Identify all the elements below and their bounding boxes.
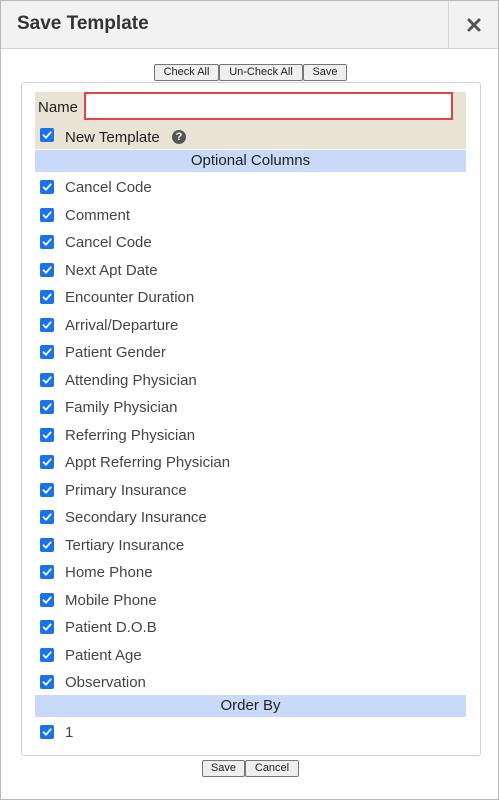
optional-column-checkbox[interactable] bbox=[40, 537, 54, 552]
checkmark-icon bbox=[42, 568, 52, 576]
optional-column-label: Referring Physician bbox=[65, 426, 196, 444]
checkmark-icon bbox=[42, 238, 52, 246]
optional-column-label: Primary Insurance bbox=[65, 481, 187, 499]
optional-column-label: Next Apt Date bbox=[65, 261, 158, 279]
checkmark-icon bbox=[42, 540, 52, 549]
optional-columns-header: Optional Columns bbox=[35, 150, 466, 172]
order-by-checkbox[interactable] bbox=[40, 725, 54, 739]
optional-column-checkbox[interactable] bbox=[40, 372, 54, 387]
optional-column-checkbox[interactable] bbox=[40, 180, 54, 194]
checkmark-icon bbox=[42, 293, 52, 301]
optional-column-checkbox[interactable] bbox=[40, 675, 54, 689]
checkmark-icon bbox=[42, 210, 52, 219]
optional-column-checkbox[interactable] bbox=[40, 565, 54, 579]
cancel-button[interactable]: Cancel bbox=[245, 760, 299, 777]
question-circle-icon[interactable]: ? bbox=[172, 130, 186, 144]
optional-column-checkbox[interactable] bbox=[40, 262, 54, 277]
optional-column-checkbox[interactable] bbox=[40, 400, 54, 414]
optional-column-label: Appt Referring Physician bbox=[65, 454, 231, 471]
new-template-label: New Template bbox=[65, 129, 160, 146]
checkmark-icon bbox=[42, 265, 52, 274]
save-template-dialog: Save Template Check All Un-Check All Sav… bbox=[0, 0, 499, 800]
dialog-titlebar: Save Template bbox=[1, 1, 498, 49]
optional-column-checkbox[interactable] bbox=[40, 317, 54, 332]
checkmark-icon bbox=[42, 375, 52, 384]
optional-column-checkbox[interactable] bbox=[40, 345, 54, 359]
optional-column-label: Arrival/Departure bbox=[65, 316, 179, 334]
optional-column-label: Home Phone bbox=[65, 564, 153, 581]
optional-column-label: Secondary Insurance bbox=[65, 509, 207, 526]
checkmark-icon bbox=[42, 485, 52, 494]
optional-column-checkbox[interactable] bbox=[40, 207, 54, 222]
optional-column-checkbox[interactable] bbox=[40, 455, 54, 469]
checkmark-icon bbox=[42, 458, 52, 466]
checkmark-icon bbox=[42, 623, 52, 631]
checkmark-icon bbox=[42, 183, 52, 191]
checkmark-icon bbox=[42, 403, 52, 411]
optional-column-checkbox[interactable] bbox=[40, 510, 54, 524]
checkmark-icon bbox=[42, 513, 52, 521]
checkmark-icon bbox=[42, 320, 52, 329]
checkmark-icon bbox=[42, 430, 52, 439]
optional-column-label: Attending Physician bbox=[65, 371, 197, 389]
checkmark-icon bbox=[42, 348, 52, 356]
new-template-checkbox[interactable] bbox=[40, 128, 54, 142]
optional-column-label: Family Physician bbox=[65, 399, 178, 416]
optional-column-label: Patient D.O.B bbox=[65, 619, 157, 636]
optional-column-label: Patient Age bbox=[65, 646, 142, 664]
optional-column-label: Mobile Phone bbox=[65, 591, 157, 609]
optional-column-checkbox[interactable] bbox=[40, 647, 54, 662]
name-input[interactable] bbox=[84, 92, 453, 120]
check-all-button[interactable]: Check All bbox=[154, 64, 219, 81]
order-by-label: 1 bbox=[65, 724, 74, 741]
close-button[interactable] bbox=[448, 1, 498, 48]
checkmark-icon bbox=[42, 650, 52, 659]
optional-column-label: Cancel Code bbox=[65, 234, 152, 251]
checkmark-icon bbox=[42, 595, 52, 604]
uncheck-all-button[interactable]: Un-Check All bbox=[219, 64, 303, 81]
name-label: Name bbox=[38, 99, 79, 116]
order-by-header: Order By bbox=[35, 695, 466, 717]
optional-column-label: Cancel Code bbox=[65, 179, 152, 196]
optional-column-checkbox[interactable] bbox=[40, 620, 54, 634]
optional-column-label: Tertiary Insurance bbox=[65, 536, 185, 554]
close-icon bbox=[467, 18, 480, 31]
optional-column-label: Comment bbox=[65, 206, 131, 224]
optional-column-checkbox[interactable] bbox=[40, 592, 54, 607]
optional-column-label: Encounter Duration bbox=[65, 289, 195, 306]
optional-column-label: Observation bbox=[65, 674, 146, 691]
optional-column-checkbox[interactable] bbox=[40, 482, 54, 497]
dialog-title: Save Template bbox=[17, 13, 149, 34]
checkmark-icon bbox=[42, 678, 52, 686]
checkmark-icon bbox=[42, 728, 52, 736]
optional-column-checkbox[interactable] bbox=[40, 235, 54, 249]
optional-column-checkbox[interactable] bbox=[40, 427, 54, 442]
checkmark-icon bbox=[42, 131, 52, 139]
optional-column-label: Patient Gender bbox=[65, 344, 166, 361]
top-save-button[interactable]: Save bbox=[303, 64, 347, 81]
optional-column-checkbox[interactable] bbox=[40, 290, 54, 304]
save-button[interactable]: Save bbox=[202, 760, 245, 777]
